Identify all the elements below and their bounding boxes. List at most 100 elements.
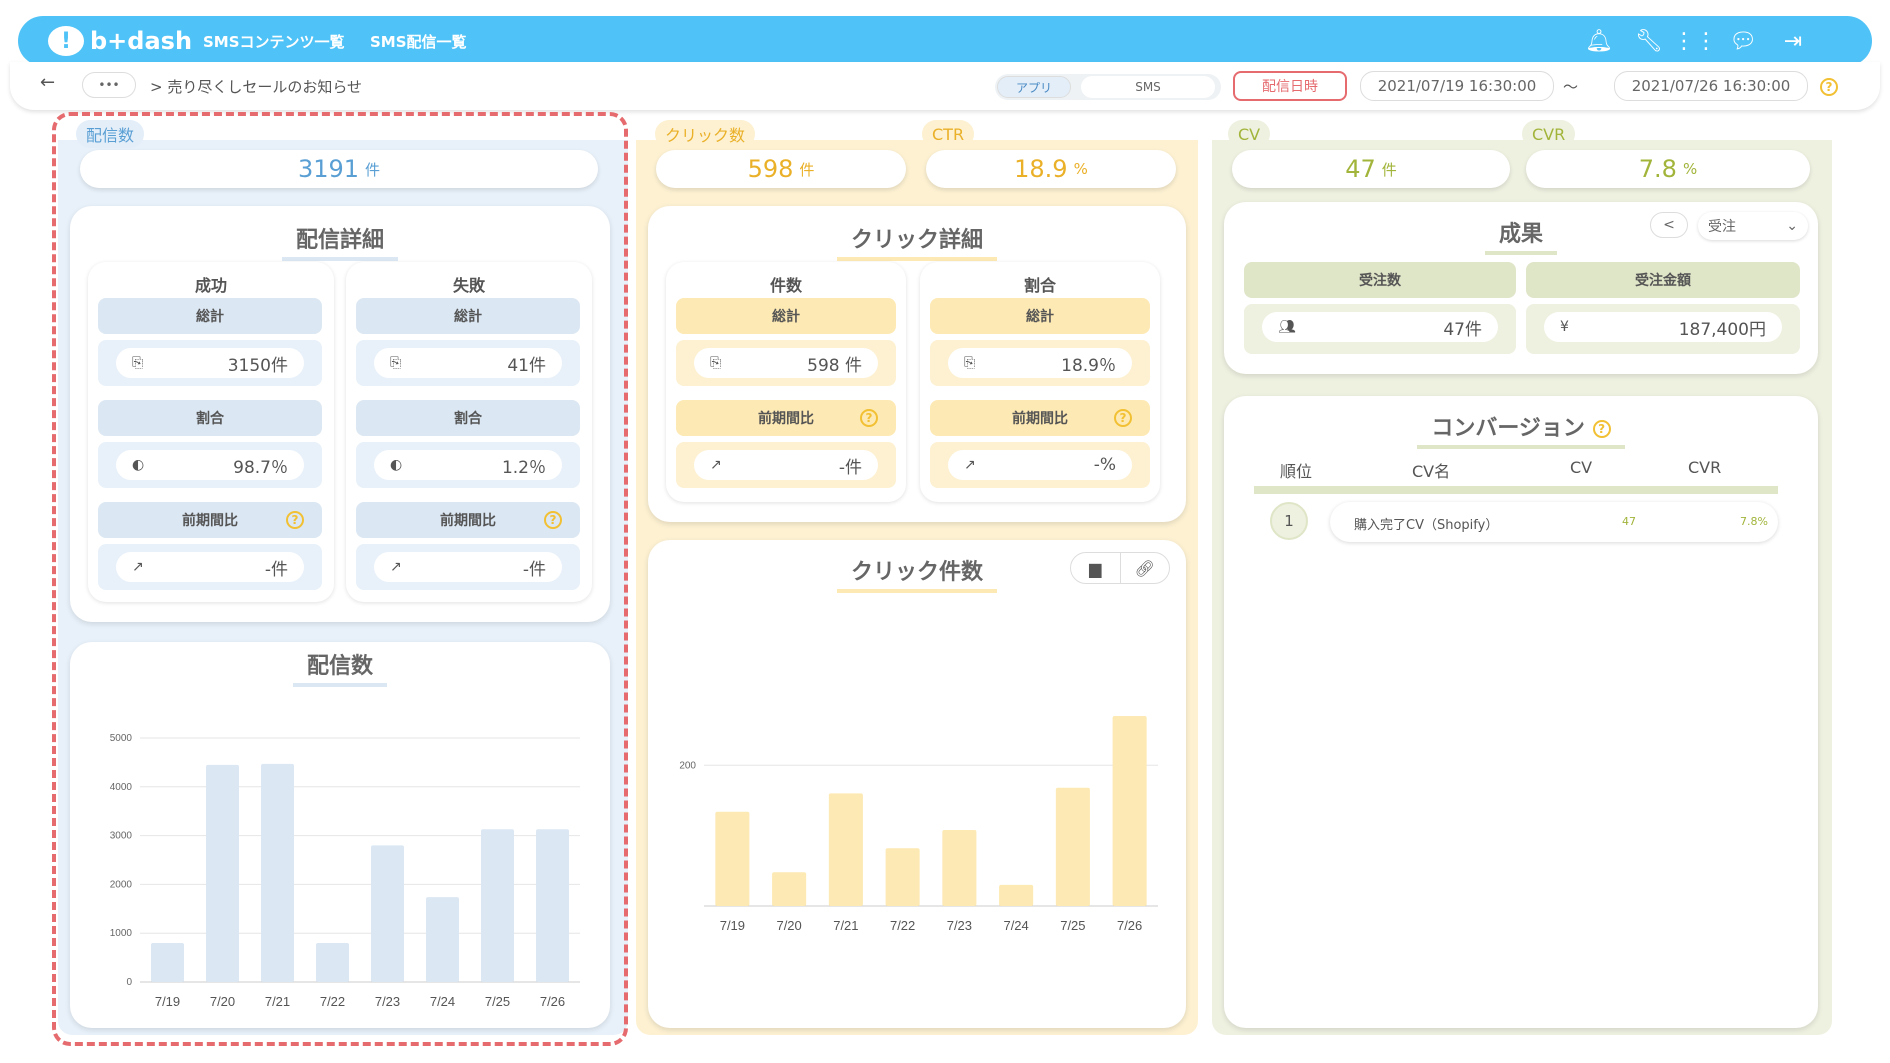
table-row[interactable]: 購入完了CV（Shopify） 47 7.8%: [1330, 502, 1778, 542]
conversion-table-header: 順位 CV名 CV CVR: [1280, 458, 1722, 481]
click-ratio-total-label: 総計: [930, 298, 1150, 334]
x-tick-label: 7/21: [833, 918, 858, 933]
bar: [715, 811, 750, 906]
more-button[interactable]: •••: [82, 72, 136, 98]
nav-sms-deliveries[interactable]: SMS配信一覧: [370, 31, 467, 52]
trend-icon: ↗: [964, 457, 976, 473]
tab-app[interactable]: アプリ: [997, 76, 1071, 98]
x-tick-label: 7/25: [1060, 918, 1085, 933]
help-icon[interactable]: ?: [286, 511, 304, 529]
click-count-prev-label: 前期間比?: [676, 400, 896, 436]
delivery-detail-card: 配信詳細 成功 総計 ⎘ 3150件 割合 ◐ 98.7％ 前期間比? ↗ -件 失敗…: [70, 206, 610, 622]
click-ratio-title: 割合: [1023, 276, 1056, 295]
y-tick-label: 5000: [110, 733, 133, 744]
x-tick-label: 7/20: [210, 994, 235, 1009]
top-header: ! b+dash SMSコンテンツ一覧 SMS配信一覧 🔔︎ 🔧︎ ⋮⋮ 💬︎ ⇥: [18, 16, 1872, 66]
failure-total-label: 総計: [356, 298, 580, 334]
click-count-prev-box: ↗ -件: [676, 442, 896, 488]
date-from-input[interactable]: 2021/07/19 16:30:00: [1360, 71, 1554, 101]
bar: [261, 763, 294, 982]
click-ratio-card: 割合 総計 ⎘ 18.9％ 前期間比? ↗ -%: [920, 262, 1160, 502]
x-tick-label: 7/25: [485, 994, 510, 1009]
click-bar-chart: 200 7/19 7/20 7/21 7/22 7/23 7/24 7/25 7/26: [679, 716, 1158, 933]
help-icon[interactable]: ?: [860, 409, 878, 427]
failure-ratio-label: 割合: [356, 400, 580, 436]
delivery-detail-title: 配信詳細: [281, 222, 398, 261]
y-tick-label: 4000: [110, 782, 133, 793]
result-card: 成果 < 受注 ⌄ 受注数 受注金額 👥︎ 47件 ¥187,400円: [1224, 202, 1818, 374]
amount-label: 受注金額: [1526, 262, 1800, 298]
success-total-label: 総計: [98, 298, 322, 334]
bar: [999, 884, 1034, 906]
x-tick-label: 7/19: [720, 918, 745, 933]
bar: [885, 848, 920, 906]
click-chart-title: クリック件数: [836, 554, 997, 593]
back-arrow-icon[interactable]: ←: [40, 72, 55, 93]
date-to-input[interactable]: 2021/07/26 16:30:00: [1614, 71, 1808, 101]
trend-icon: ↗: [710, 457, 722, 473]
failure-ratio-box: ◐ 1.2％: [356, 442, 580, 488]
failure-prev-label: 前期間比?: [356, 502, 580, 538]
table-divider: [1254, 486, 1778, 494]
y-tick-label: 1000: [110, 928, 133, 939]
success-total-box: ⎘ 3150件: [98, 340, 322, 386]
ctr-badge: CTR: [922, 120, 975, 148]
link-icon[interactable]: 🔗︎: [1121, 553, 1170, 583]
amount-box: ¥187,400円: [1526, 304, 1800, 354]
bell-icon[interactable]: 🔔︎: [1584, 27, 1614, 55]
click-count-title: 件数: [769, 276, 802, 295]
click-ratio-prev-box: ↗ -%: [930, 442, 1150, 488]
breadcrumb[interactable]: > 売り尽くしセールのお知らせ: [150, 76, 362, 97]
help-icon[interactable]: ?: [1820, 78, 1838, 96]
bar: [1112, 716, 1147, 906]
orders-box: 👥︎ 47件: [1244, 304, 1516, 354]
bar: [371, 845, 404, 982]
bar: [828, 793, 863, 906]
click-count-total-box: ⎘ 598 件: [676, 340, 896, 386]
y-tick-label: 200: [679, 760, 696, 771]
bar: [426, 897, 459, 982]
bar: [536, 829, 569, 982]
send-icon: ⎘: [710, 355, 722, 371]
tab-sms[interactable]: SMS: [1081, 76, 1215, 98]
bar: [772, 872, 807, 906]
chart-mode-toggle: ▆ 🔗︎: [1070, 552, 1170, 584]
x-tick-label: 7/23: [947, 918, 972, 933]
chat-icon[interactable]: 💬︎: [1728, 27, 1758, 55]
chevron-down-icon: ⌄: [1786, 218, 1798, 234]
x-tick-label: 7/22: [890, 918, 915, 933]
app-logo[interactable]: ! b+dash: [48, 22, 192, 60]
success-prev-box: ↗ -件: [98, 544, 322, 590]
bar-chart-icon[interactable]: ▆: [1071, 553, 1121, 583]
success-prev-label: 前期間比?: [98, 502, 322, 538]
order-select[interactable]: 受注 ⌄: [1698, 212, 1808, 240]
delivery-chart-card: 配信数 0 1000 2000 3000 4000 5000 7/19 7/20 7/21 7/2…: [70, 642, 610, 1028]
help-icon[interactable]: ?: [544, 511, 562, 529]
grid-icon[interactable]: ⋮⋮: [1673, 27, 1717, 55]
channel-toggle: アプリ SMS: [995, 74, 1221, 100]
x-tick-label: 7/24: [430, 994, 455, 1009]
pie-icon: ◐: [390, 457, 403, 473]
bar: [206, 764, 239, 982]
money-icon: ¥: [1560, 319, 1569, 335]
logout-icon[interactable]: ⇥: [1778, 27, 1808, 55]
cvr-badge: CVR: [1522, 120, 1576, 148]
x-tick-label: 7/19: [155, 994, 180, 1009]
y-tick-label: 3000: [110, 831, 133, 842]
delivery-total: 3191 件: [80, 150, 598, 188]
click-detail-title: クリック詳細: [836, 222, 997, 261]
bar: [942, 830, 977, 906]
sub-toolbar: ← ••• > 売り尽くしセールのお知らせ アプリ SMS 配信日時 2021/…: [10, 62, 1880, 110]
bar: [1055, 787, 1090, 906]
rank-badge: 1: [1270, 502, 1308, 540]
x-tick-label: 7/26: [540, 994, 565, 1009]
ctr-total: 18.9%: [926, 150, 1176, 188]
x-tick-label: 7/26: [1117, 918, 1142, 933]
help-icon[interactable]: ?: [1114, 409, 1132, 427]
help-icon[interactable]: ?: [1592, 420, 1611, 438]
y-tick-label: 2000: [110, 879, 133, 890]
wrench-icon[interactable]: 🔧︎: [1634, 27, 1664, 55]
share-icon[interactable]: <: [1650, 212, 1688, 238]
nav-sms-contents[interactable]: SMSコンテンツ一覧: [203, 31, 345, 52]
x-tick-label: 7/23: [375, 994, 400, 1009]
